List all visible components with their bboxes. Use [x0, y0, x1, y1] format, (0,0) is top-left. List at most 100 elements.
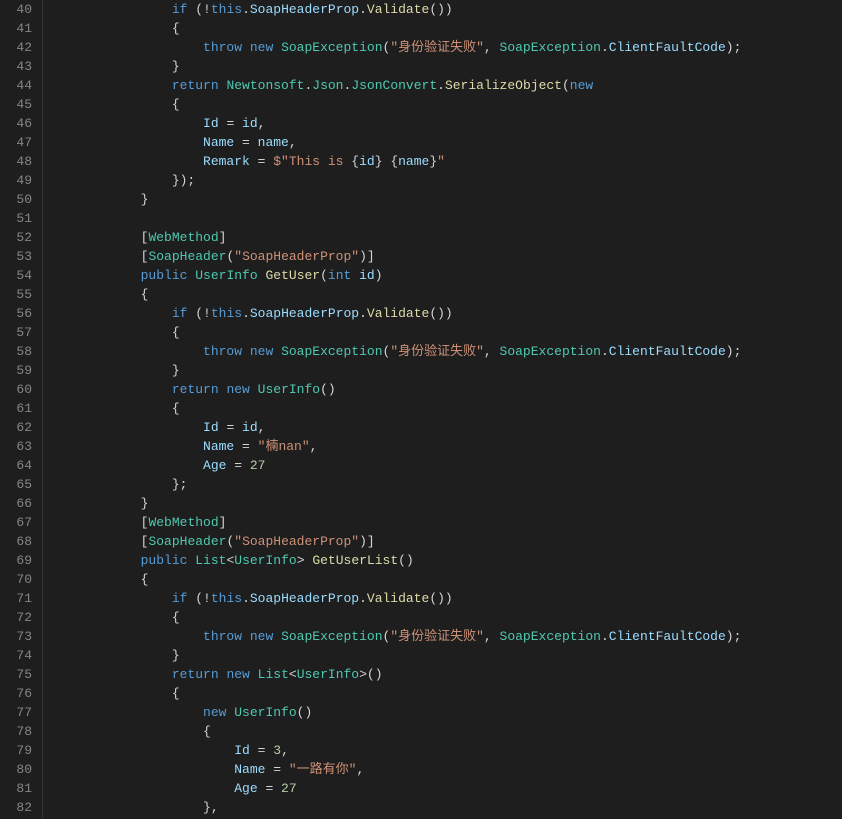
token-kw: this [211, 306, 242, 321]
token-id: Id [203, 420, 219, 435]
code-line[interactable]: { [47, 570, 842, 589]
token-type: SoapHeader [148, 534, 226, 549]
token-pn: }); [172, 173, 195, 188]
token-pn: (! [187, 2, 210, 17]
token-type: Json [312, 78, 343, 93]
code-line[interactable]: }, [47, 798, 842, 817]
code-line[interactable]: public UserInfo GetUser(int id) [47, 266, 842, 285]
code-line[interactable]: } [47, 190, 842, 209]
token-pn: , [258, 420, 266, 435]
code-line[interactable]: Id = id, [47, 418, 842, 437]
token-kw: new [226, 667, 249, 682]
code-line[interactable]: throw new SoapException("身份验证失败", SoapEx… [47, 627, 842, 646]
token-str: "一路有你" [289, 762, 357, 777]
token-str: " [437, 154, 445, 169]
token-pn: }, [203, 800, 219, 815]
line-number: 61 [8, 399, 32, 418]
token-type: SoapException [500, 344, 601, 359]
code-line[interactable]: Age = 27 [47, 779, 842, 798]
code-line[interactable]: } [47, 57, 842, 76]
line-number: 63 [8, 437, 32, 456]
line-number: 59 [8, 361, 32, 380]
line-number: 40 [8, 0, 32, 19]
code-line[interactable]: } [47, 494, 842, 513]
code-line[interactable]: [WebMethod] [47, 228, 842, 247]
code-line[interactable]: Id = 3, [47, 741, 842, 760]
token-pn: , [258, 116, 266, 131]
token-pn: = [250, 743, 273, 758]
code-line[interactable]: public List<UserInfo> GetUserList() [47, 551, 842, 570]
token-type: List [195, 553, 226, 568]
code-line[interactable]: Id = id, [47, 114, 842, 133]
code-line[interactable]: { [47, 399, 842, 418]
code-line[interactable]: { [47, 608, 842, 627]
token-pn: . [359, 2, 367, 17]
token-id: SoapHeaderProp [250, 591, 359, 606]
code-line[interactable]: Age = 27 [47, 456, 842, 475]
code-editor[interactable]: 4041424344454647484950515253545556575859… [0, 0, 842, 819]
code-line[interactable]: return Newtonsoft.Json.JsonConvert.Seria… [47, 76, 842, 95]
token-type: SoapException [500, 40, 601, 55]
token-pn: { [172, 21, 180, 36]
code-line[interactable]: new UserInfo() [47, 703, 842, 722]
code-line[interactable]: Name = "一路有你", [47, 760, 842, 779]
code-line[interactable]: if (!this.SoapHeaderProp.Validate()) [47, 304, 842, 323]
line-number: 51 [8, 209, 32, 228]
code-line[interactable]: { [47, 95, 842, 114]
token-pn: . [601, 344, 609, 359]
token-kw: new [570, 78, 593, 93]
token-pn: } [375, 154, 383, 169]
code-line[interactable]: [WebMethod] [47, 513, 842, 532]
line-number: 47 [8, 133, 32, 152]
token-pn: { [141, 572, 149, 587]
code-line[interactable]: { [47, 19, 842, 38]
code-line[interactable]: Remark = $"This is {id} {name}" [47, 152, 842, 171]
token-pn: , [310, 439, 318, 454]
code-line[interactable]: Name = "楠nan", [47, 437, 842, 456]
token-pn: )] [359, 249, 375, 264]
code-line[interactable]: { [47, 722, 842, 741]
token-pn: { [172, 97, 180, 112]
token-type: UserInfo [234, 705, 296, 720]
line-number: 75 [8, 665, 32, 684]
token-id: SoapHeaderProp [250, 306, 359, 321]
token-id: id [359, 268, 375, 283]
code-line[interactable]: return new UserInfo() [47, 380, 842, 399]
token-pn: } [172, 648, 180, 663]
token-fn: Validate [367, 591, 429, 606]
token-str: "SoapHeaderProp" [234, 249, 359, 264]
token-kw: throw [203, 40, 242, 55]
token-str: "楠nan" [258, 439, 310, 454]
code-line[interactable]: throw new SoapException("身份验证失败", SoapEx… [47, 342, 842, 361]
code-line[interactable]: { [47, 323, 842, 342]
code-line[interactable]: if (!this.SoapHeaderProp.Validate()) [47, 589, 842, 608]
code-line[interactable]: [SoapHeader("SoapHeaderProp")] [47, 247, 842, 266]
token-pn: > [297, 553, 313, 568]
code-line[interactable]: }); [47, 171, 842, 190]
line-number: 44 [8, 76, 32, 95]
token-kw: throw [203, 629, 242, 644]
line-number: 69 [8, 551, 32, 570]
code-line[interactable]: } [47, 646, 842, 665]
line-number: 66 [8, 494, 32, 513]
token-pn: = [226, 458, 249, 473]
token-id: ClientFaultCode [609, 344, 726, 359]
code-line[interactable]: throw new SoapException("身份验证失败", SoapEx… [47, 38, 842, 57]
code-line[interactable]: { [47, 285, 842, 304]
code-line[interactable]: if (!this.SoapHeaderProp.Validate()) [47, 0, 842, 19]
code-line[interactable]: }; [47, 475, 842, 494]
code-line[interactable]: Name = name, [47, 133, 842, 152]
code-line[interactable]: [SoapHeader("SoapHeaderProp")] [47, 532, 842, 551]
token-pn: = [250, 154, 273, 169]
token-pn: ) [375, 268, 383, 283]
token-pn: ( [320, 268, 328, 283]
token-pn: () [297, 705, 313, 720]
code-area[interactable]: if (!this.SoapHeaderProp.Validate()) { t… [43, 0, 842, 819]
line-number: 78 [8, 722, 32, 741]
code-line[interactable] [47, 209, 842, 228]
token-pn [351, 268, 359, 283]
code-line[interactable]: } [47, 361, 842, 380]
code-line[interactable]: return new List<UserInfo>() [47, 665, 842, 684]
token-pn: , [289, 135, 297, 150]
code-line[interactable]: { [47, 684, 842, 703]
